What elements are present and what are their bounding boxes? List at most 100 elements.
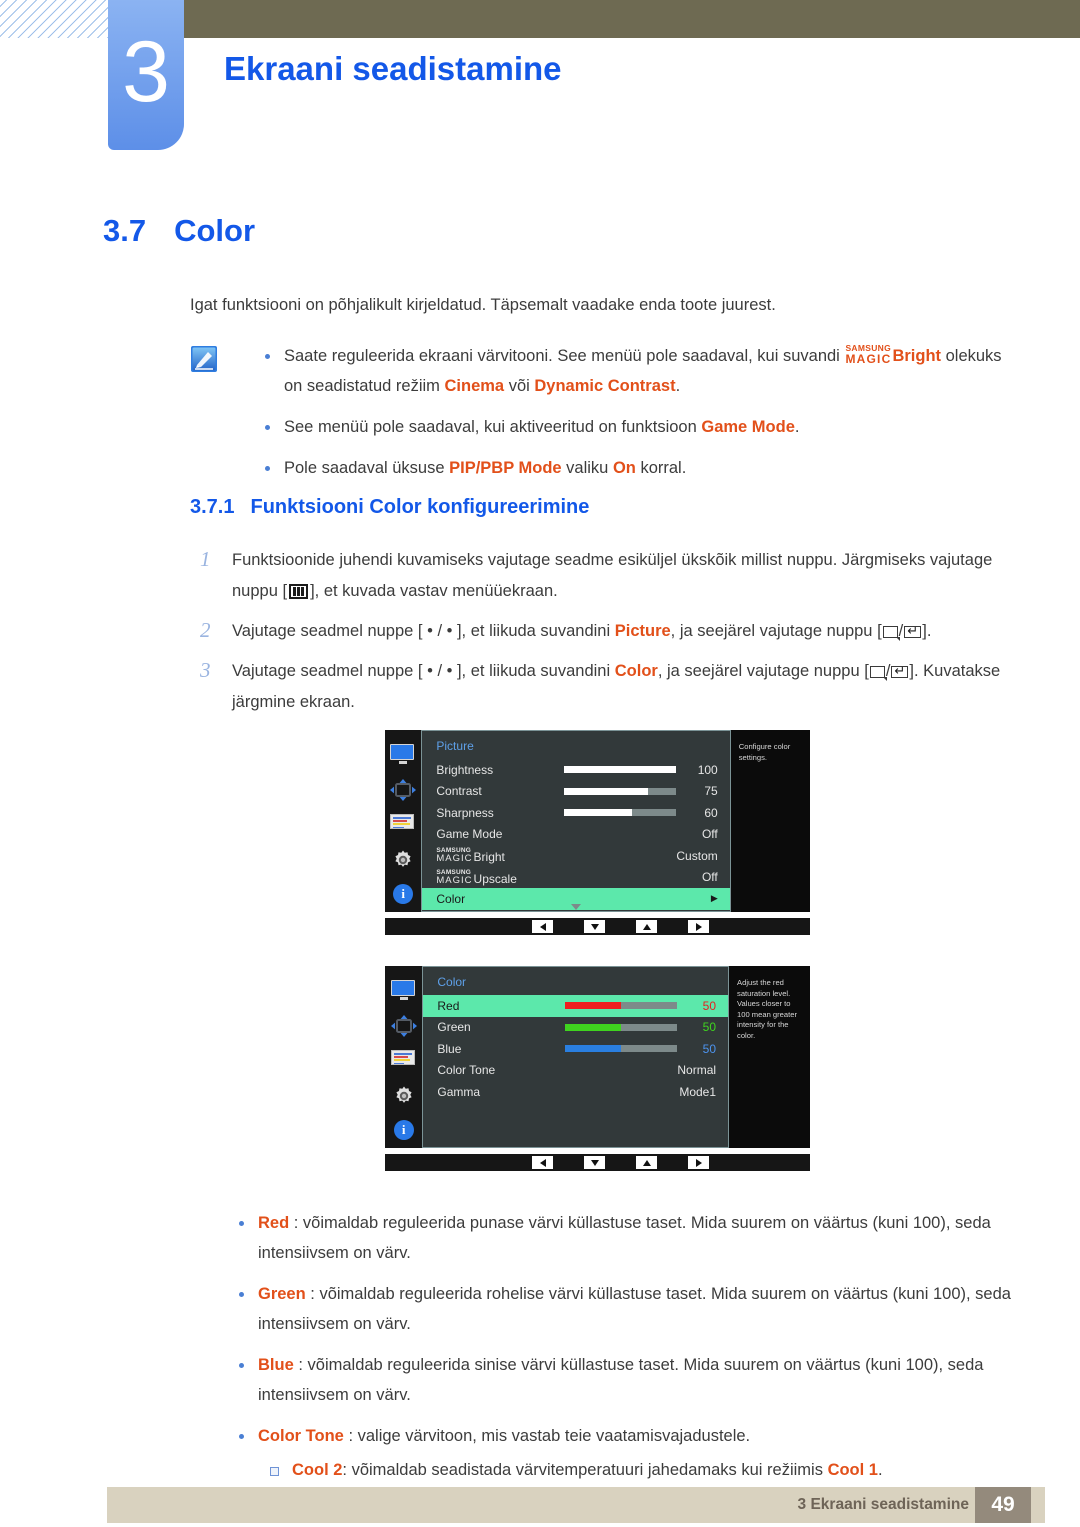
osd-menu-panel: Picture Brightness 100 Contrast 75 Sharp… (421, 730, 731, 912)
note-0-kw1: Cinema (444, 377, 505, 395)
note-0-kw2: Dynamic Contrast (534, 377, 676, 395)
gear-icon (392, 849, 414, 871)
samsung-magic-logo: SAMSUNG MAGIC (436, 847, 472, 864)
return-icon (891, 662, 909, 680)
arrows-icon (390, 779, 417, 801)
source-icon (882, 626, 900, 641)
descriptions-list: Red : võimaldab reguleerida punase värvi… (230, 1208, 1020, 1485)
step-3-part2: , ja seejärel vajutage nuppu [ (657, 662, 869, 680)
osd-value: Off (701, 827, 718, 842)
chevron-right-icon: ▶ (710, 893, 718, 904)
osd-label: Brightness (436, 762, 494, 777)
arrows-icon (390, 1015, 417, 1037)
note-0-prefix: Saate reguleerida ekraani värvitooni. Se… (284, 347, 845, 365)
osd-label: Color Tone (437, 1063, 496, 1078)
osd-label: Gamma (437, 1084, 481, 1099)
scroll-down-caret-icon (571, 904, 582, 910)
sub-description-keyword: Cool 2 (292, 1461, 343, 1479)
step-2-part1: Vajutage seadmel nuppe [ • / • ], et lii… (232, 622, 615, 640)
note-1-kw1: Game Mode (701, 418, 795, 436)
osd-label: Sharpness (436, 805, 494, 820)
description-keyword: Red (258, 1214, 290, 1232)
note-0-tail: . (675, 377, 681, 395)
note-item: Saate reguleerida ekraani värvitooni. Se… (256, 341, 1020, 401)
step-item: 3 Vajutage seadmel nuppe [ • / • ], et li… (190, 656, 1020, 718)
osd-slider[interactable] (565, 1045, 678, 1053)
step-2-number: 2 (200, 618, 211, 642)
osd-icon (390, 1050, 417, 1072)
osd-nav-bar (385, 918, 810, 935)
osd-label: Game Mode (436, 827, 503, 842)
page-number: 49 (975, 1487, 1031, 1523)
osd-label: SAMSUNG MAGIC Bright (436, 847, 564, 864)
nav-up-button[interactable] (636, 1156, 657, 1169)
note-0-magic-suffix: Bright (892, 347, 942, 365)
samsung-magic-logo: SAMSUNG MAGIC (845, 344, 891, 366)
note-2-kw1: PIP/PBP Mode (449, 459, 562, 477)
header-hatch-decoration (0, 0, 108, 38)
description-item: Color Tone : valige värvitoon, mis vasta… (230, 1421, 1020, 1485)
info-icon: i (393, 1120, 414, 1140)
osd-value: 75 (704, 784, 718, 799)
osd-row-magicbright[interactable]: SAMSUNG MAGIC Bright Custom (422, 845, 729, 867)
header-olive-bar (180, 0, 1080, 38)
footer-chapter-label: 3 Ekraani seadistamine (797, 1496, 969, 1513)
osd-row-contrast[interactable]: Contrast 75 (422, 781, 729, 803)
osd-row-game-mode[interactable]: Game Mode Off (422, 824, 729, 846)
osd-value: Custom (676, 848, 718, 863)
description-item: Red : võimaldab reguleerida punase värvi… (230, 1208, 1020, 1268)
nav-right-button[interactable] (688, 920, 709, 933)
osd-menu-title: Picture (436, 739, 474, 753)
osd-slider[interactable] (564, 766, 677, 774)
osd-value: 50 (702, 998, 717, 1013)
step-2-part2: , ja seejärel vajutage nuppu [ (670, 622, 882, 640)
nav-down-button[interactable] (584, 920, 605, 933)
description-text: : valige värvitoon, mis vastab teie vaat… (343, 1427, 751, 1445)
osd-label: Color (436, 891, 466, 906)
step-1-part2: ], et kuvada vastav menüüekraan. (310, 582, 558, 600)
note-2-prefix: Pole saadaval üksuse (284, 459, 450, 477)
osd-slider[interactable] (564, 787, 677, 795)
step-3-number: 3 (200, 658, 211, 682)
osd-icon (390, 814, 416, 836)
osd-row-color-tone[interactable]: Color Tone Normal (423, 1060, 728, 1082)
osd-value: 100 (697, 762, 718, 777)
osd-row-blue[interactable]: Blue 50 (423, 1038, 728, 1060)
subsection-title: Funktsiooni Color konfigureerimine (250, 496, 590, 518)
return-icon (904, 622, 922, 640)
description-keyword: Green (258, 1285, 306, 1303)
nav-left-button[interactable] (532, 920, 553, 933)
section-title: Color (174, 213, 256, 248)
description-text: : võimaldab reguleerida punase värvi kül… (258, 1214, 991, 1262)
osd-nav-bar (385, 1154, 810, 1171)
description-keyword: Color Tone (258, 1427, 344, 1445)
osd-row-magicupscale[interactable]: SAMSUNG MAGIC Upscale Off (422, 867, 729, 889)
osd-value: Off (701, 870, 718, 885)
osd-row-gamma[interactable]: Gamma Mode1 (423, 1081, 728, 1103)
nav-up-button[interactable] (636, 920, 657, 933)
gear-icon (393, 1085, 415, 1107)
osd-slider[interactable] (565, 1002, 678, 1010)
nav-right-button[interactable] (688, 1156, 709, 1169)
osd-row-sharpness[interactable]: Sharpness 60 (422, 802, 729, 824)
osd-row-green[interactable]: Green 50 (423, 1017, 728, 1039)
osd-label-suffix: Bright (473, 850, 505, 865)
source-icon (869, 666, 887, 681)
note-1-prefix: See menüü pole saadaval, kui aktiveeritu… (284, 418, 702, 436)
intro-paragraph: Igat funktsiooni on põhjalikult kirjelda… (190, 296, 776, 314)
chapter-number: 3 (122, 24, 170, 120)
osd-sidebar: i (385, 730, 422, 912)
osd-label: SAMSUNG MAGIC Upscale (436, 869, 564, 886)
sub-description-mid: : võimaldab seadistada värvitemperatuuri… (342, 1461, 828, 1479)
osd-row-brightness[interactable]: Brightness 100 (422, 759, 729, 781)
osd-value: 50 (702, 1020, 717, 1035)
osd-slider[interactable] (564, 809, 677, 817)
nav-down-button[interactable] (584, 1156, 605, 1169)
osd-slider[interactable] (565, 1023, 678, 1031)
subsection-heading: 3.7.1 Funktsiooni Color konfigureerimine (190, 496, 589, 519)
nav-left-button[interactable] (532, 1156, 553, 1169)
osd-row-red[interactable]: Red 50 (423, 995, 729, 1017)
description-keyword: Blue (258, 1356, 294, 1374)
note-2-kw2: On (612, 459, 636, 477)
note-item: Pole saadaval üksuse PIP/PBP Mode valiku… (256, 453, 1020, 483)
